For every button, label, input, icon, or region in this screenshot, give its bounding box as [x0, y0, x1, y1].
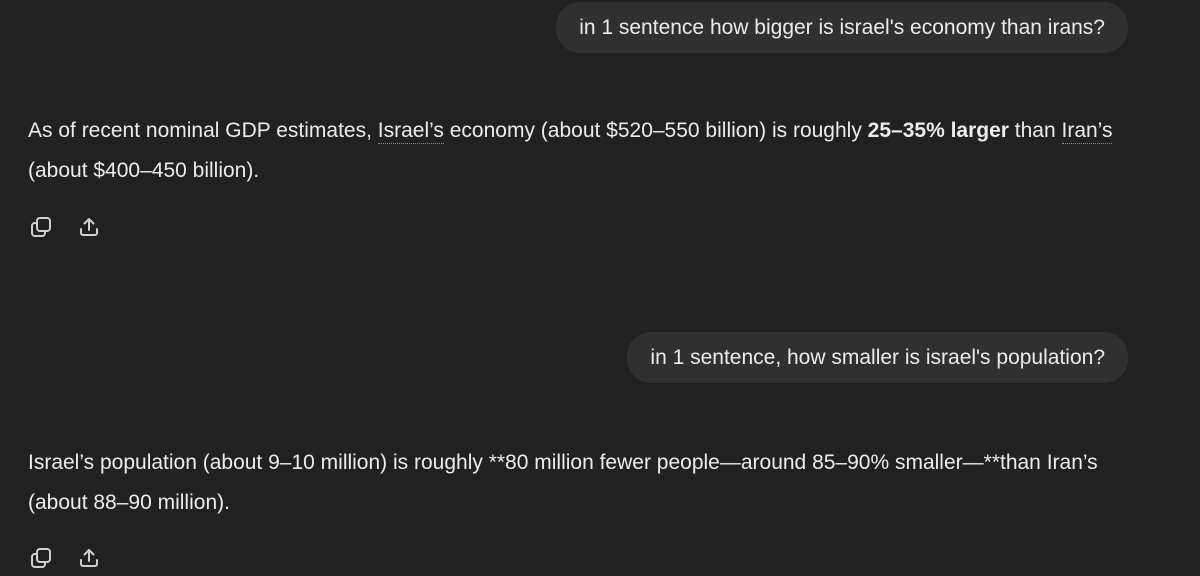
message-text: (about $400–450 billion).	[28, 159, 260, 182]
user-message: in 1 sentence, how smaller is israel's p…	[627, 332, 1128, 383]
share-icon[interactable]	[76, 214, 102, 240]
assistant-message: Israel’s population (about 9–10 million)…	[28, 443, 1138, 523]
entity-link-israel[interactable]: Israel’s	[377, 119, 444, 144]
message-text: Israel’s population (about 9–10 million)…	[28, 451, 1098, 514]
bold-text: 25–35% larger	[867, 119, 1009, 142]
copy-icon[interactable]	[28, 545, 54, 571]
entity-link-iran[interactable]: Iran’s	[1061, 119, 1113, 144]
message-actions	[28, 214, 102, 240]
share-icon[interactable]	[76, 545, 102, 571]
message-actions	[28, 545, 102, 571]
copy-icon[interactable]	[28, 214, 54, 240]
message-text: As of recent nominal GDP estimates,	[28, 119, 378, 142]
message-text: economy (about $520–550 billion) is roug…	[443, 119, 868, 142]
message-text: than	[1008, 119, 1062, 142]
user-message: in 1 sentence how bigger is israel's eco…	[556, 2, 1128, 53]
chat-thread: in 1 sentence how bigger is israel's eco…	[0, 0, 1200, 576]
assistant-message: As of recent nominal GDP estimates, Isra…	[28, 111, 1138, 191]
